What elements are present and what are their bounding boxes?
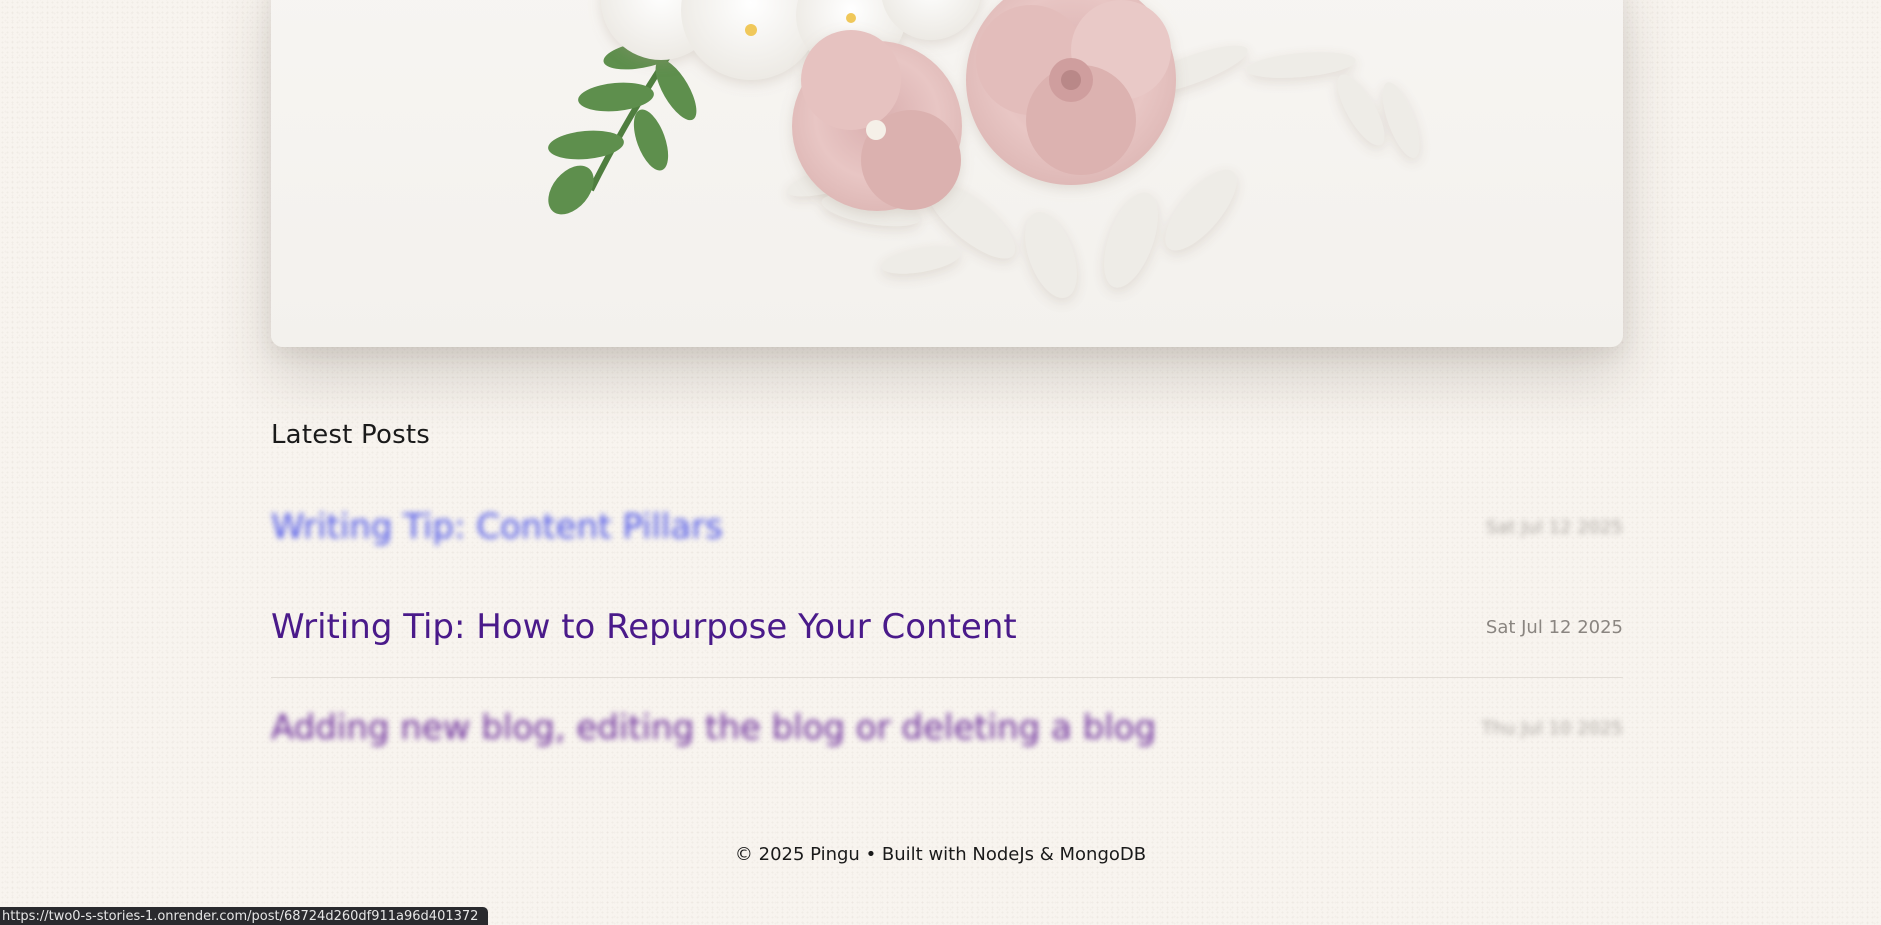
post-list-item[interactable]: Adding new blog, editing the blog or del… bbox=[271, 693, 1623, 763]
browser-status-bar-url: https://two0-s-stories-1.onrender.com/po… bbox=[0, 907, 489, 925]
paper-flowers-illustration bbox=[548, 0, 1420, 298]
post-title-link[interactable]: Writing Tip: How to Repurpose Your Conte… bbox=[271, 607, 1017, 647]
post-list-item[interactable]: Writing Tip: Content Pillars Sat Jul 12 … bbox=[271, 492, 1623, 562]
post-title-link[interactable]: Writing Tip: Content Pillars bbox=[271, 507, 723, 547]
green-leaf-icon bbox=[548, 28, 697, 215]
post-date: Sat Jul 12 2025 bbox=[1485, 616, 1623, 638]
footer-text: © 2025 Pingu • Built with NodeJs & Mongo… bbox=[734, 844, 1147, 865]
post-list-item[interactable]: Writing Tip: How to Repurpose Your Conte… bbox=[271, 592, 1623, 662]
post-date: Sat Jul 12 2025 bbox=[1485, 516, 1623, 538]
post-date: Thu Jul 10 2025 bbox=[1481, 717, 1623, 739]
hero-image bbox=[271, 0, 1623, 347]
post-title-link[interactable]: Adding new blog, editing the blog or del… bbox=[271, 708, 1156, 748]
post-divider bbox=[271, 677, 1623, 678]
latest-posts-heading: Latest Posts bbox=[271, 420, 430, 450]
